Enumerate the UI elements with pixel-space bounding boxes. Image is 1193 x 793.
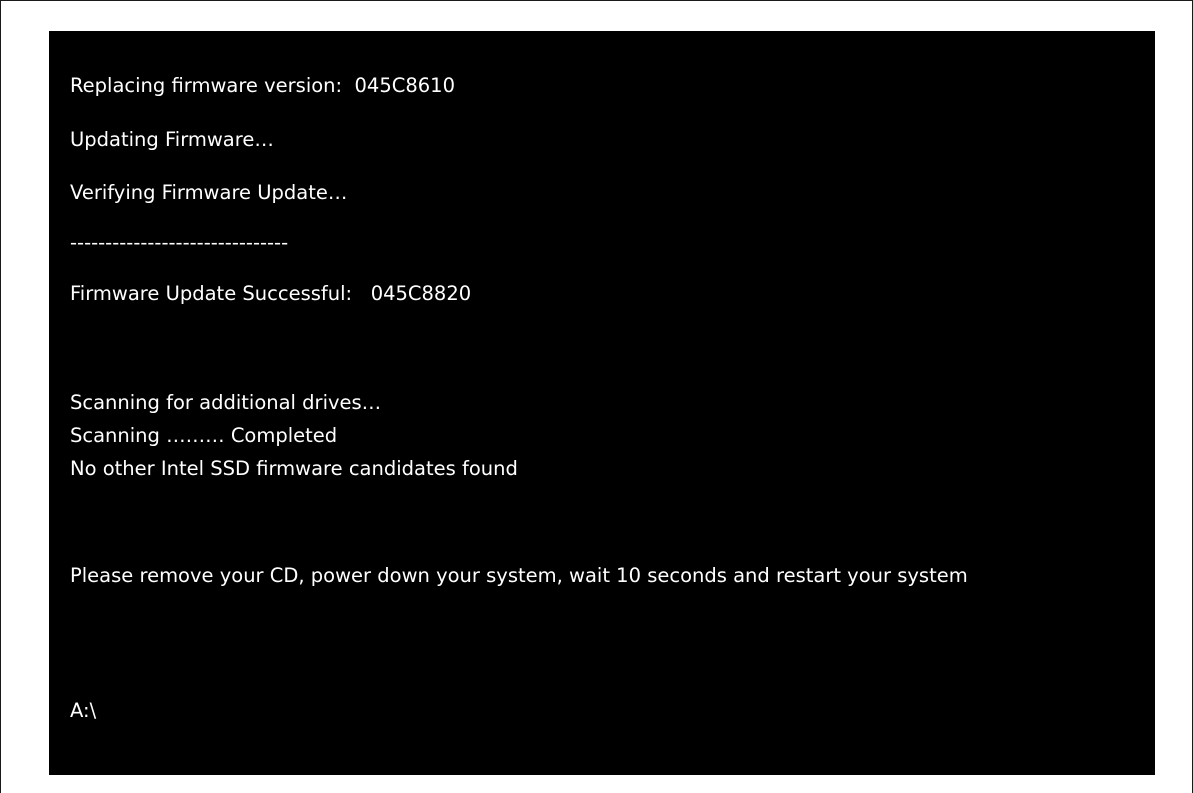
separator-line: ------------------------------- [70,231,289,254]
replacing-firmware-line: Replacing firmware version: 045C8610 [70,74,455,97]
no-candidates-line: No other Intel SSD firmware candidates f… [70,457,518,480]
scanning-completed-line: Scanning ……… Completed [70,424,338,447]
verifying-firmware-line: Verifying Firmware Update… [70,181,348,204]
screenshot-frame: Replacing firmware version: 045C8610 Upd… [0,0,1193,793]
command-prompt[interactable]: A:\ [70,698,96,724]
console-window[interactable]: Replacing firmware version: 045C8610 Upd… [49,31,1155,775]
updating-firmware-line: Updating Firmware… [70,128,274,151]
restart-instruction-line: Please remove your CD, power down your s… [70,564,968,587]
scanning-additional-drives-line: Scanning for additional drives… [70,391,382,414]
update-successful-line: Firmware Update Successful: 045C8820 [70,282,472,305]
